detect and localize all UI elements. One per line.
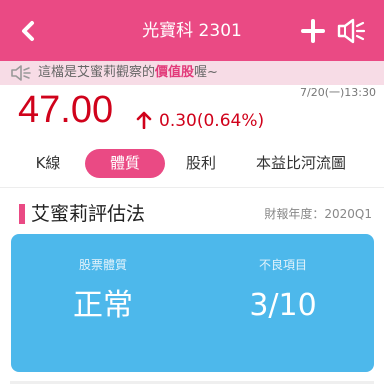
speaker-button[interactable] <box>335 16 367 46</box>
notice-bar: 這檔是艾蜜莉觀察的價值股喔~ <box>0 61 384 85</box>
bottom-divider <box>10 381 374 384</box>
tab-bar: K線 體質 股利 本益比河流圖 <box>0 146 384 182</box>
top-bar: 光寶科 2301 <box>0 0 384 61</box>
tab-divider <box>0 187 384 188</box>
notice-highlight: 價值股 <box>155 65 195 80</box>
notice-prefix: 這檔是艾蜜莉觀察的 <box>38 65 156 80</box>
bad-items-label: 不良項目 <box>258 258 307 272</box>
add-button[interactable] <box>299 17 327 45</box>
health-value: 正常 <box>73 288 133 323</box>
section-accent-bar <box>19 204 25 224</box>
notice-suffix: 喔~ <box>194 65 218 80</box>
health-label: 股票體質 <box>78 258 127 272</box>
up-arrow-icon <box>136 111 152 129</box>
speaker-icon <box>337 18 366 44</box>
plus-icon <box>301 19 325 43</box>
report-year: 財報年度：2020Q1 <box>264 207 372 221</box>
stock-price: 47.00 <box>18 89 114 131</box>
bad-items-value: 3/10 <box>249 288 317 323</box>
notice-text: 這檔是艾蜜莉觀察的價值股喔~ <box>38 64 218 82</box>
price-change: 0.30(0.64%) <box>159 111 265 131</box>
tab-pe-river[interactable]: 本益比河流圖 <box>246 149 356 178</box>
notice-speaker-icon <box>11 65 31 81</box>
quote-timestamp: 7/20(一)13:30 <box>300 86 376 99</box>
evaluation-card: 股票體質 正常 不良項目 3/10 <box>11 234 374 372</box>
tab-kline[interactable]: K線 <box>23 149 73 178</box>
tab-health[interactable]: 體質 <box>85 149 165 178</box>
section-title: 艾蜜莉評估法 <box>31 203 146 225</box>
tab-dividend[interactable]: 股利 <box>176 149 226 178</box>
